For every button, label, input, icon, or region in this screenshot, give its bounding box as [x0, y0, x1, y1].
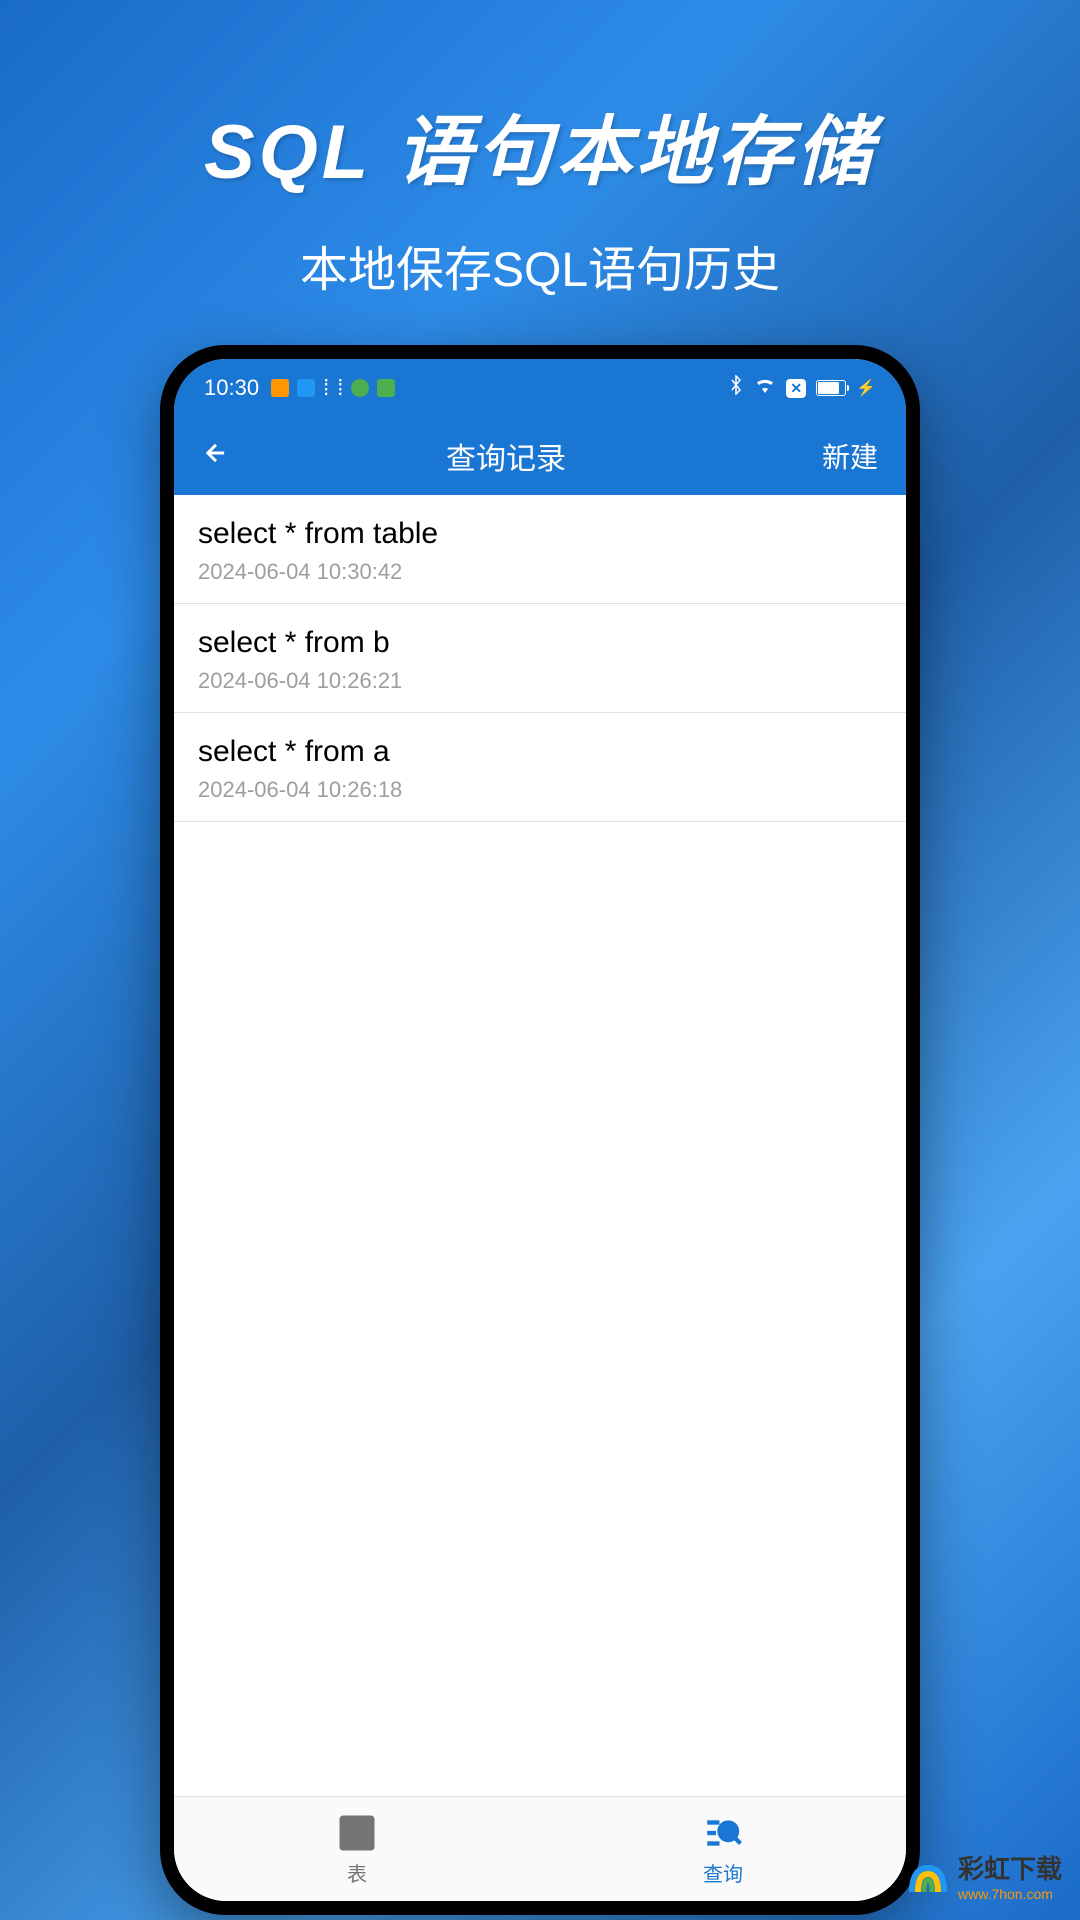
record-query: select * from a — [198, 735, 882, 769]
status-bar: 10:30 ⁞ ⁞ ✕ ⚡ — [174, 359, 906, 417]
promo-subtitle: 本地保存SQL语句历史 — [0, 230, 1080, 300]
record-item[interactable]: select * from a 2024-06-04 10:26:18 — [174, 713, 906, 822]
shield-icon-2 — [377, 379, 395, 397]
phone-screen: 10:30 ⁞ ⁞ ✕ ⚡ — [174, 359, 906, 1901]
watermark-main-text: 彩虹下载 — [958, 1849, 1062, 1886]
nav-tab-query[interactable]: 查询 — [540, 1797, 906, 1901]
wifi-icon — [754, 375, 776, 401]
record-query: select * from table — [198, 517, 882, 551]
app-header: 查询记录 新建 — [174, 417, 906, 495]
app-icon-1 — [271, 379, 289, 397]
grid-icon — [336, 1812, 378, 1854]
nav-tab-table[interactable]: 表 — [174, 1797, 540, 1901]
charging-icon: ⚡ — [856, 378, 876, 398]
bottom-nav: 表 查询 — [174, 1796, 906, 1901]
record-timestamp: 2024-06-04 10:26:21 — [198, 668, 882, 694]
record-timestamp: 2024-06-04 10:30:42 — [198, 559, 882, 585]
search-list-icon — [702, 1812, 744, 1854]
records-list[interactable]: select * from table 2024-06-04 10:30:42 … — [174, 495, 906, 1796]
nav-label-table: 表 — [347, 1858, 367, 1887]
battery-icon — [816, 380, 846, 396]
promo-title: SQL 语句本地存储 — [0, 0, 1080, 200]
watermark: 彩虹下载 www.7hon.com — [904, 1849, 1062, 1902]
record-timestamp: 2024-06-04 10:26:18 — [198, 777, 882, 803]
status-time: 10:30 — [204, 375, 259, 401]
phone-frame: 10:30 ⁞ ⁞ ✕ ⚡ — [160, 345, 920, 1915]
signal-bars-icon-2: ⁞ — [337, 375, 343, 401]
record-query: select * from b — [198, 626, 882, 660]
header-title: 查询记录 — [190, 434, 822, 478]
status-icons-left: ⁞ ⁞ — [271, 375, 395, 401]
bluetooth-icon — [728, 375, 744, 401]
record-item[interactable]: select * from table 2024-06-04 10:30:42 — [174, 495, 906, 604]
new-button[interactable]: 新建 — [822, 436, 878, 476]
signal-bars-icon: ⁞ — [323, 375, 329, 401]
status-icons-right: ✕ ⚡ — [728, 375, 876, 401]
watermark-sub-text: www.7hon.com — [958, 1886, 1062, 1902]
record-item[interactable]: select * from b 2024-06-04 10:26:21 — [174, 604, 906, 713]
network-badge: ✕ — [786, 379, 806, 398]
rainbow-logo-icon — [904, 1852, 952, 1900]
shield-icon — [351, 379, 369, 397]
app-icon-2 — [297, 379, 315, 397]
nav-label-query: 查询 — [703, 1858, 743, 1887]
